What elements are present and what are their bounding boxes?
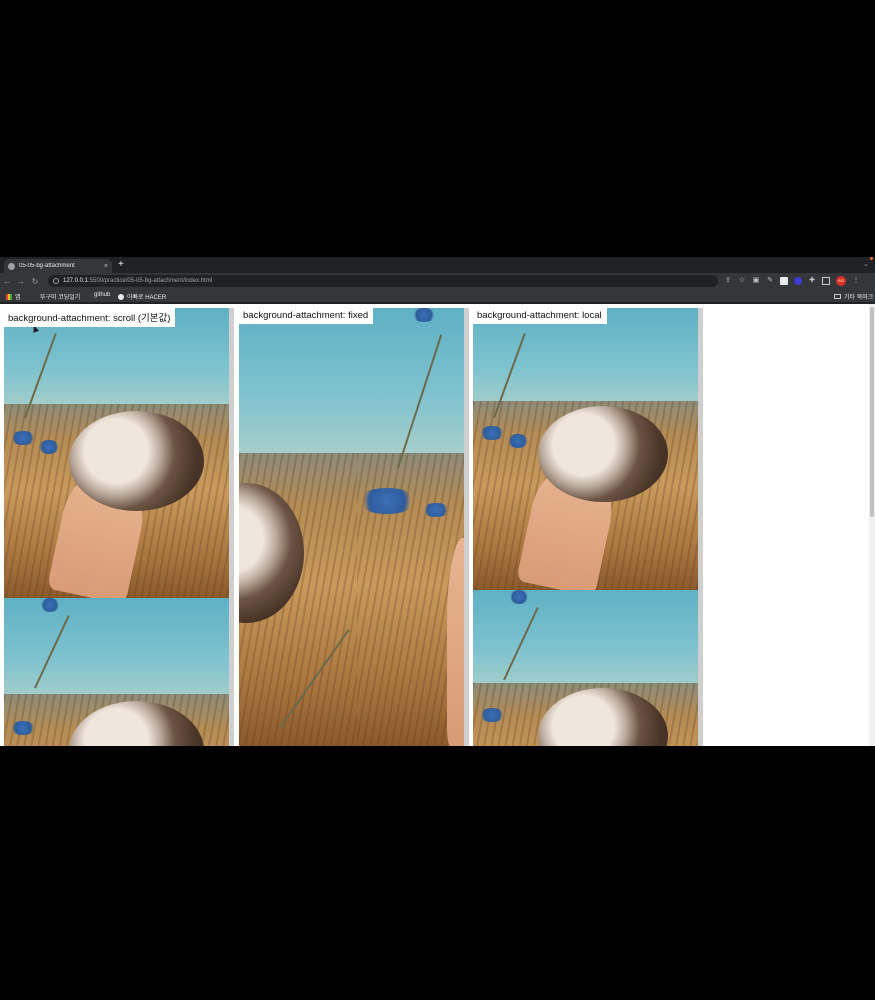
local-demo-box[interactable]: background-attachment: local [473, 308, 703, 746]
hedgehog-image [239, 308, 357, 746]
box-label: background-attachment: scroll (기본값) [4, 308, 176, 327]
star-icon[interactable]: ☆ [738, 277, 746, 285]
apps-grid-icon [6, 293, 12, 300]
sidepanel-icon[interactable] [822, 277, 830, 285]
share-icon[interactable]: ⇪ [724, 277, 732, 285]
recording-indicator [870, 257, 873, 260]
pen-icon[interactable]: ✎ [766, 277, 774, 285]
bookmark-label: github [94, 292, 111, 298]
scroll-demo-box[interactable]: background-attachment: scroll (기본값) [4, 308, 234, 746]
extension-icon[interactable] [780, 277, 788, 285]
bookmark-item[interactable]: 뚜구미 코딩일기 [40, 292, 80, 301]
tab-strip: 05-05-bg-attachment × + ⌄ [0, 257, 875, 273]
box-label: background-attachment: fixed [239, 308, 374, 324]
hedgehog-image [473, 308, 698, 590]
close-icon[interactable]: × [104, 263, 108, 270]
hedgehog-image [357, 308, 464, 746]
hedgehog-image [473, 590, 698, 746]
page-viewport[interactable]: background-attachment: scroll (기본값) back… [0, 304, 875, 746]
menu-icon[interactable]: ⋮ [852, 277, 860, 285]
extension-icon[interactable] [794, 277, 802, 285]
browser-window: 05-05-bg-attachment × + ⌄ ← → ↻ 127.0.0.… [0, 257, 875, 746]
bookmark-label: 뚜구미 코딩일기 [40, 295, 81, 301]
forward-button[interactable]: → [14, 277, 28, 286]
reload-button[interactable]: ↻ [28, 277, 42, 286]
url-path: :5500/practice/05-05-bg-attachment/index… [88, 278, 213, 284]
bookmark-label: 아빠로 HACER [127, 295, 167, 301]
box-label: background-attachment: local [473, 308, 607, 324]
puzzle-icon[interactable]: ✚ [808, 277, 816, 285]
hedgehog-image [4, 598, 229, 746]
bookmark-label: 기타 북마크 [844, 295, 874, 301]
back-button[interactable]: ← [0, 277, 14, 286]
folder-icon [834, 294, 841, 299]
toolbar-icons: ⇪ ☆ ▣ ✎ ✚ SG ⋮ [724, 276, 860, 286]
page-scrollbar[interactable] [869, 304, 875, 746]
url-host: 127.0.0.1 [63, 278, 89, 284]
bookmarks-bar: 앱 뚜구미 코딩일기 github 아빠로 HACER 기타 북마크 [0, 289, 875, 303]
fixed-demo-box[interactable]: background-attachment: fixed [239, 308, 469, 746]
profile-avatar[interactable]: SG [836, 276, 846, 286]
bookmark-apps[interactable]: 앱 [6, 292, 21, 301]
camera-icon[interactable]: ▣ [752, 277, 760, 285]
other-bookmarks[interactable]: 기타 북마크 [834, 292, 873, 301]
screen-letterbox-top [0, 0, 875, 257]
tab-title: 05-05-bg-attachment [19, 263, 75, 269]
new-tab-button[interactable]: + [118, 259, 124, 271]
browser-toolbar: ← → ↻ 127.0.0.1 :5500/practice/05-05-bg-… [0, 273, 875, 289]
bookmark-item[interactable]: 아빠로 HACER [118, 292, 166, 301]
hedgehog-image [4, 308, 229, 598]
address-bar[interactable]: 127.0.0.1 :5500/practice/05-05-bg-attach… [48, 275, 718, 287]
globe-icon [118, 293, 124, 300]
chevron-down-icon[interactable]: ⌄ [863, 260, 869, 268]
info-icon[interactable] [53, 278, 59, 284]
bookmark-label: 앱 [15, 295, 21, 301]
bookmark-item[interactable]: github [94, 292, 110, 298]
screen-letterbox-bottom [0, 746, 875, 1000]
globe-icon [8, 262, 15, 270]
tab-active[interactable]: 05-05-bg-attachment × [4, 259, 112, 273]
scrollbar-thumb[interactable] [870, 307, 874, 517]
